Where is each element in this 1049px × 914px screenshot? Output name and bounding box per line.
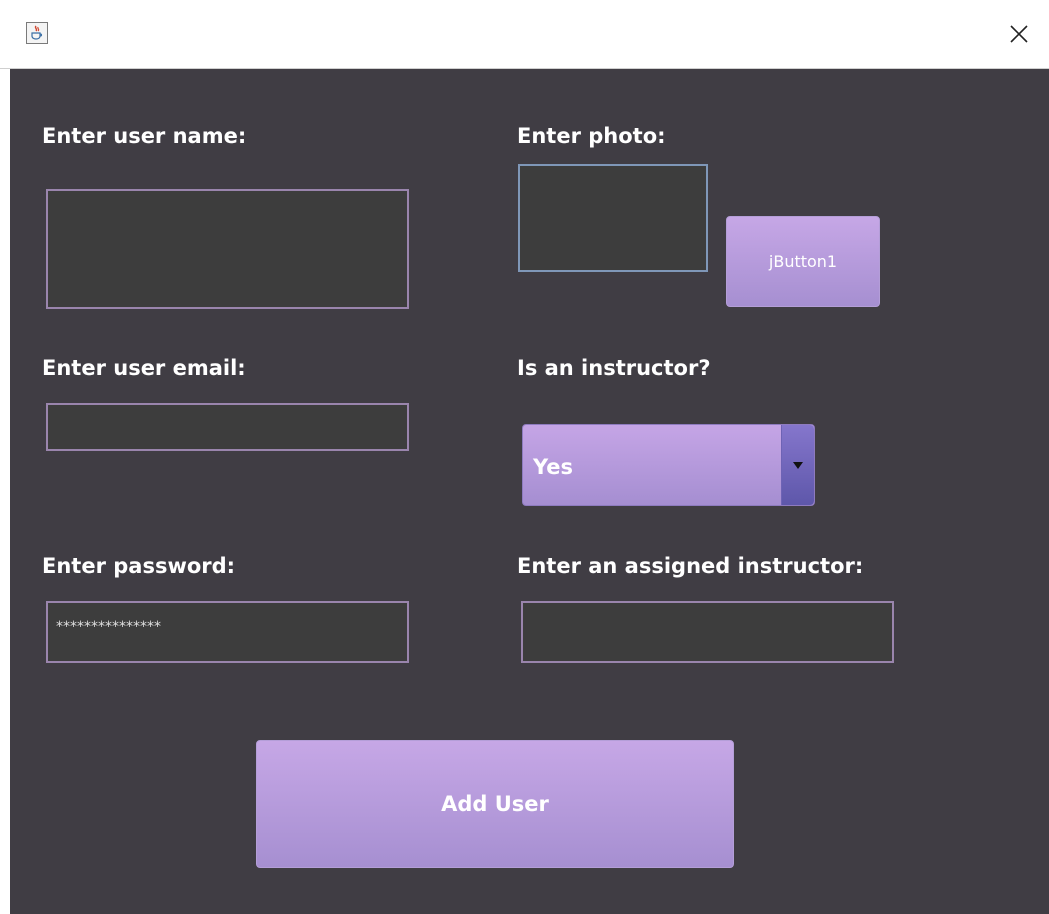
instructor-label: Is an instructor? xyxy=(517,356,711,380)
photo-label: Enter photo: xyxy=(517,124,666,148)
title-bar xyxy=(0,0,1049,69)
password-field[interactable]: *************** xyxy=(46,601,409,663)
close-icon xyxy=(1010,25,1028,43)
app-window: Enter user name: Enter photo: jButton1 E… xyxy=(0,0,1049,914)
instructor-select[interactable]: Yes xyxy=(522,424,815,506)
user-email-field[interactable] xyxy=(46,403,409,451)
dropdown-arrow-button[interactable] xyxy=(781,425,814,505)
user-email-label: Enter user email: xyxy=(42,356,246,380)
user-name-field[interactable] xyxy=(46,189,409,309)
jbutton1-button[interactable]: jButton1 xyxy=(726,216,880,307)
user-name-label: Enter user name: xyxy=(42,124,247,148)
password-label: Enter password: xyxy=(42,554,236,578)
add-user-button[interactable]: Add User xyxy=(256,740,734,868)
java-icon xyxy=(26,22,48,44)
add-user-label: Add User xyxy=(441,792,549,816)
assigned-instructor-label: Enter an assigned instructor: xyxy=(517,554,864,578)
password-value: *************** xyxy=(56,619,161,635)
jbutton1-label: jButton1 xyxy=(768,252,838,271)
form-panel: Enter user name: Enter photo: jButton1 E… xyxy=(10,69,1049,914)
chevron-down-icon xyxy=(793,462,803,469)
photo-field[interactable] xyxy=(518,164,708,272)
instructor-selected-value: Yes xyxy=(533,455,574,479)
close-button[interactable] xyxy=(997,12,1041,56)
assigned-instructor-field[interactable] xyxy=(521,601,894,663)
